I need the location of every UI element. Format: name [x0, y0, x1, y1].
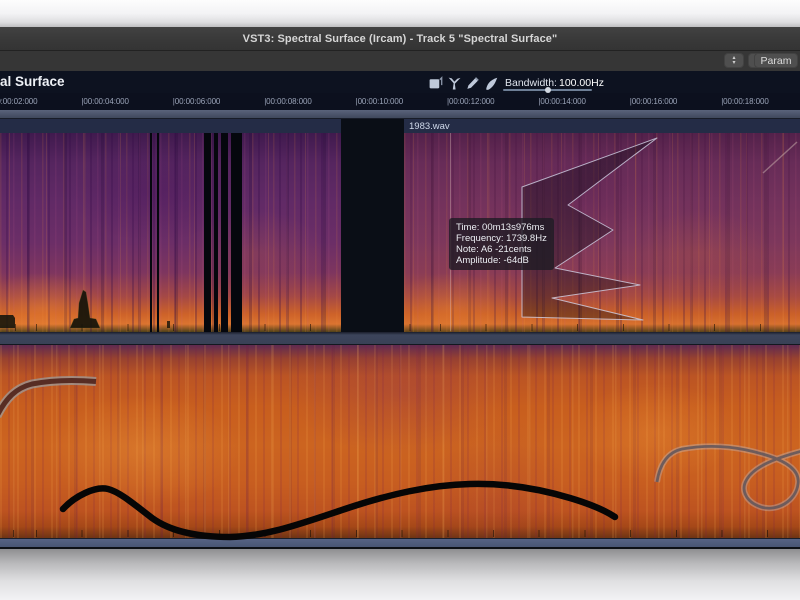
spectral-cut-bar: [231, 133, 242, 332]
ruler-label: |00:00:02:000: [0, 97, 38, 106]
clip-2-header[interactable]: 1983.wav: [404, 119, 800, 133]
host-toolbar: ▴ ▾ + Param: [0, 51, 800, 72]
plugin-window: VST3: Spectral Surface (Ircam) - Track 5…: [0, 27, 800, 549]
ruler-label: |00:00:10:000: [356, 97, 404, 106]
bottom-scrollbar[interactable]: [0, 538, 800, 547]
pencil-tool-button[interactable]: [465, 76, 480, 91]
rect-select-icon: [428, 76, 443, 91]
spectral-cut-bar: [214, 133, 218, 332]
clip-1-tickmarks: [0, 324, 341, 331]
clip-1-spectrogram[interactable]: [0, 133, 341, 332]
ruler-label: |00:00:14:000: [538, 97, 586, 106]
timeline-ruler[interactable]: |00:00:02:000 |00:00:04:000 |00:00:06:00…: [0, 93, 800, 111]
stepper-down-icon: ▾: [732, 61, 735, 66]
screenshot-root: VST3: Spectral Surface (Ircam) - Track 5…: [0, 0, 800, 600]
clip-2-tickmarks: [404, 324, 800, 331]
tooltip-note: Note: A6 -21cents: [456, 244, 547, 255]
ruler-label: |00:00:06:000: [173, 97, 221, 106]
brush-tool-icon: [484, 76, 499, 91]
window-title: VST3: Spectral Surface (Ircam) - Track 5…: [243, 33, 558, 45]
spectral-cut-bar: [157, 133, 159, 332]
tooltip-amplitude: Amplitude: -64dB: [456, 255, 547, 266]
pen-tool-button[interactable]: [447, 76, 462, 91]
track-bottom: [0, 345, 800, 538]
bottom-spectrogram[interactable]: [0, 345, 800, 538]
bandwidth-slider[interactable]: [503, 89, 592, 91]
pencil-tool-icon: [465, 76, 480, 91]
pen-tool-icon: [447, 76, 462, 91]
rect-select-tool-button[interactable]: [428, 76, 443, 91]
clip-name-label: 1983.wav: [409, 121, 450, 132]
ruler-label: |00:00:18:000: [721, 97, 769, 106]
plugin-header: al Surface: [0, 71, 800, 94]
window-bottom-edge: [0, 547, 800, 549]
spectral-cut-bar: [150, 133, 152, 332]
window-titlebar[interactable]: VST3: Spectral Surface (Ircam) - Track 5…: [0, 27, 800, 51]
tooltip-time: Time: 00m13s976ms: [456, 222, 547, 233]
horizontal-scrollbar[interactable]: [0, 110, 800, 119]
ruler-label: |00:00:08:000: [264, 97, 312, 106]
bottom-tickmarks: [0, 530, 800, 537]
brush-tool-button[interactable]: [484, 76, 499, 91]
ruler-label: |00:00:16:000: [630, 97, 678, 106]
spectral-cut-bar: [221, 133, 228, 332]
ruler-label: |00:00:04:000: [81, 97, 129, 106]
desktop-background-bottom: [0, 549, 800, 600]
desktop-background-top: [0, 0, 800, 27]
clip-1-header[interactable]: [0, 119, 341, 133]
ruler-label: |00:00:12:000: [447, 97, 495, 106]
tooltip-frequency: Frequency: 1739.8Hz: [456, 233, 547, 244]
track-top: 1983.wav: [0, 119, 800, 332]
plugin-title: al Surface: [0, 74, 65, 89]
bandwidth-value: 100.00Hz: [559, 77, 604, 89]
value-tooltip: Time: 00m13s976ms Frequency: 1739.8Hz No…: [449, 218, 554, 270]
audio-clip-1[interactable]: [0, 119, 341, 332]
preset-stepper-button[interactable]: ▴ ▾: [724, 53, 744, 68]
param-button[interactable]: Param: [754, 53, 798, 68]
track-divider: [0, 332, 800, 345]
spectral-cut-bar: [204, 133, 211, 332]
